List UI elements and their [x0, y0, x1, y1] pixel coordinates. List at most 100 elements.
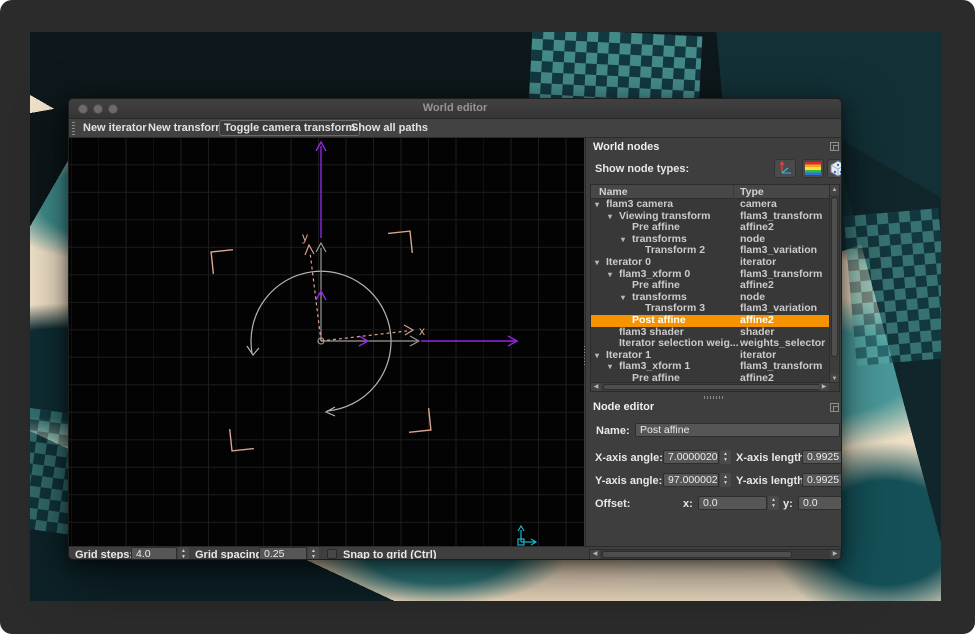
grid-steps-label: Grid steps: — [75, 549, 133, 560]
expander-icon[interactable]: ▾ — [608, 269, 612, 281]
float-panel-icon[interactable] — [830, 403, 839, 412]
tree-node-name: Iterator selection weig... — [619, 338, 739, 350]
x-axis-length-label: X-axis length: — [736, 452, 808, 464]
toggle-camera-transform-button[interactable]: Toggle camera transform — [219, 120, 360, 136]
column-divider[interactable] — [733, 185, 734, 199]
expander-icon[interactable]: ▾ — [608, 361, 612, 373]
name-label: Name: — [596, 425, 630, 437]
grid-steps-field[interactable]: 4.0 — [131, 547, 177, 560]
fractal-checker-patch — [844, 208, 941, 366]
scroll-left-icon[interactable]: ◀ — [590, 550, 600, 559]
x-axis-angle-field[interactable]: 7.00000202 — [663, 450, 719, 464]
y-angle-spinner[interactable]: ▲▼ — [720, 473, 731, 487]
x-angle-spinner[interactable]: ▲▼ — [720, 450, 731, 464]
expander-icon[interactable]: ▾ — [595, 257, 599, 269]
window-title: World editor — [69, 102, 841, 114]
new-iterator-button[interactable]: New iterator — [79, 120, 151, 136]
mini-axis-icon — [518, 526, 536, 545]
tree-node-type: iterator — [740, 257, 776, 269]
x-axis-length-field[interactable]: 0.9925 — [802, 450, 842, 464]
toolbar-drag-handle-icon[interactable] — [72, 122, 75, 135]
expander-icon[interactable]: ▾ — [621, 234, 625, 246]
tree-row[interactable]: Post affine affine2 — [591, 315, 831, 327]
offset-y-label: y: — [783, 498, 793, 510]
name-field[interactable]: Post affine — [635, 423, 840, 437]
tree-node-name: Pre affine — [632, 280, 680, 292]
tree-row[interactable]: ▾Viewing transformflam3_transform — [591, 211, 831, 223]
grid-spacing-field[interactable]: 0.25 — [259, 547, 307, 560]
expander-icon[interactable]: ▾ — [595, 199, 599, 211]
tree-node-name: Transform 2 — [645, 245, 705, 257]
tree-node-type: affine2 — [740, 280, 774, 292]
column-header-type[interactable]: Type — [740, 186, 764, 198]
axis-x-label: x — [419, 324, 425, 338]
tree-vertical-scrollbar[interactable]: ▲ ▼ — [829, 185, 839, 384]
toolbar: New iterator New transform Toggle camera… — [69, 119, 841, 138]
status-bar: Grid steps: 4.0 ▲▼ Grid spacing: 0.25 ▲▼… — [69, 546, 842, 560]
show-node-types-label: Show node types: — [595, 163, 689, 175]
column-header-name[interactable]: Name — [599, 186, 628, 198]
snap-to-grid-checkbox[interactable] — [327, 549, 337, 559]
tree-node-name: Iterator 0 — [606, 257, 651, 269]
tree-row[interactable]: ▾flam3_xform 1flam3_transform — [591, 361, 831, 373]
y-axis-angle-label: Y-axis angle: — [595, 475, 662, 487]
axes-icon[interactable] — [774, 159, 796, 178]
scrollbar-thumb[interactable] — [603, 384, 825, 390]
tree-row[interactable]: Pre affineaffine2 — [591, 222, 831, 234]
titlebar[interactable]: World editor — [69, 99, 841, 119]
tree-row[interactable]: ▾ flam3 camera camera — [591, 199, 831, 211]
expander-icon[interactable]: ▾ — [595, 350, 599, 362]
tree-row[interactable]: ▾ Iterator 0 iterator — [591, 257, 831, 269]
axis-y-label: y — [302, 230, 308, 244]
offset-x-field[interactable]: 0.0 — [698, 496, 767, 510]
scrollbar-thumb[interactable] — [602, 551, 792, 558]
camera-axes[interactable] — [316, 142, 517, 346]
offset-x-spinner[interactable]: ▲▼ — [768, 496, 779, 510]
tree-rows: ▾flam3 cameracamera▾Viewing transformfla… — [591, 199, 831, 384]
grid-steps-spinner[interactable]: ▲▼ — [178, 547, 189, 560]
node-editor-title: Node editor — [593, 401, 654, 413]
editor-horizontal-scrollbar[interactable]: ◀ ▶ — [589, 549, 841, 560]
screen-frame: World editor New iterator New transform … — [0, 0, 975, 634]
unit-axes[interactable] — [316, 243, 419, 346]
tree-header[interactable]: Name Type — [591, 185, 839, 199]
scroll-up-icon[interactable]: ▲ — [830, 185, 839, 195]
offset-x-label: x: — [683, 498, 693, 510]
scroll-right-icon[interactable]: ▶ — [819, 383, 829, 391]
scroll-left-icon[interactable]: ◀ — [591, 383, 601, 391]
snap-to-grid-label: Snap to grid (Ctrl) — [343, 549, 437, 560]
new-transform-button[interactable]: New transform — [144, 120, 229, 136]
tree-row[interactable]: Pre affine affine2 — [591, 280, 831, 292]
tree-node-name: flam3 camera — [606, 199, 673, 211]
tree-node-name: Post affine — [632, 315, 686, 327]
offset-y-field[interactable]: 0.0 — [798, 496, 842, 510]
tree-editor-splitter-handle[interactable] — [704, 396, 724, 399]
grid-spacing-label: Grid spacing: — [195, 549, 266, 560]
tree-row[interactable]: Transform 3flam3_variation — [591, 303, 831, 315]
palette-icon[interactable] — [802, 159, 824, 178]
world-nodes-title: World nodes — [593, 141, 659, 153]
world-editor-window: World editor New iterator New transform … — [68, 98, 842, 560]
cube-icon[interactable] — [827, 159, 842, 178]
tree-row[interactable]: ▾flam3_xform 0flam3_transform — [591, 269, 831, 281]
canvas-overlay: x y — [69, 138, 584, 546]
tree-horizontal-scrollbar[interactable]: ◀ ▶ — [591, 382, 839, 391]
grid-spacing-spinner[interactable]: ▲▼ — [308, 547, 319, 560]
tree-node-type: affine2 — [740, 315, 774, 327]
scrollbar-thumb[interactable] — [831, 197, 838, 357]
y-axis-angle-field[interactable]: 97.0000020 — [663, 473, 719, 487]
tree-node-type: weights_selector — [740, 338, 825, 350]
expander-icon[interactable]: ▾ — [608, 211, 612, 223]
right-panel: World nodes Show node types: — [585, 138, 842, 546]
show-all-paths-button[interactable]: Show all paths — [347, 120, 432, 136]
tree-node-type: camera — [740, 199, 777, 211]
y-axis-length-label: Y-axis length: — [736, 475, 808, 487]
x-axis-angle-label: X-axis angle: — [595, 452, 663, 464]
float-panel-icon[interactable] — [830, 142, 839, 151]
scroll-right-icon[interactable]: ▶ — [830, 550, 840, 559]
tree-row[interactable]: Iterator selection weig...weights_select… — [591, 338, 831, 350]
node-tree: Name Type ▾flam3 cameracamera▾Viewing tr… — [590, 184, 840, 392]
expander-icon[interactable]: ▾ — [621, 292, 625, 304]
world-canvas[interactable]: x y — [69, 138, 584, 546]
y-axis-length-field[interactable]: 0.9925 — [802, 473, 842, 487]
